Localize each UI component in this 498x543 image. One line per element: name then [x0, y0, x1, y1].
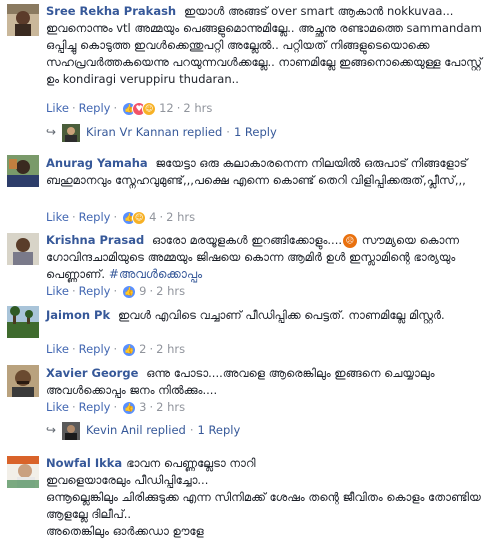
- reply-author[interactable]: Kevin Anil: [86, 423, 143, 437]
- avatar[interactable]: [7, 155, 39, 187]
- comment-author[interactable]: Krishna Prasad: [46, 233, 144, 247]
- reaction-count[interactable]: 3: [139, 400, 146, 414]
- reply-verb: replied: [182, 125, 223, 139]
- reaction-icons[interactable]: 👍☺: [122, 210, 147, 225]
- comment-actions: Like · Reply · 👍☺ 4 · 2 hrs: [46, 210, 196, 225]
- reaction-icons[interactable]: 👍♥ ☺: [122, 101, 157, 116]
- avatar[interactable]: [7, 365, 39, 397]
- haha-reaction-icon: ☺: [142, 101, 157, 116]
- avatar[interactable]: [7, 233, 39, 265]
- comment-body: Sree Rekha Prakash ഇയാള്‍ അങ്ങട് over sm…: [46, 3, 492, 88]
- comment-body: Nowfal Ikka ഭാവന പെണ്ണല്ലേടാ നാറി ഇവളെയാര…: [46, 455, 492, 540]
- angry-emoji-icon: ☹: [341, 232, 358, 249]
- avatar[interactable]: [7, 4, 39, 36]
- timestamp[interactable]: 2 hrs: [166, 210, 195, 224]
- comment-body: Anurag Yamaha ജയേട്ടാ ഒരു കലാകാരനെന്ന നി…: [46, 155, 492, 189]
- comment-author[interactable]: Sree Rekha Prakash: [46, 4, 176, 18]
- like-link[interactable]: Like: [46, 101, 69, 115]
- comment-author[interactable]: Jaimon Pk: [46, 308, 110, 322]
- reply-avatar: [62, 421, 80, 440]
- timestamp[interactable]: 2 hrs: [156, 342, 185, 356]
- comment-body: Jaimon Pk ഇവൾ എവിടെ വച്ചാണ് പീഡിപ്പിക്ക …: [46, 307, 492, 324]
- reaction-icons[interactable]: 👍: [122, 284, 137, 299]
- reply-avatar: [62, 123, 80, 142]
- reply-link[interactable]: Reply: [79, 101, 111, 115]
- comment-author[interactable]: Anurag Yamaha: [46, 156, 148, 170]
- reaction-count[interactable]: 4: [149, 210, 156, 224]
- reply-arrow-icon: ↪: [46, 125, 57, 139]
- comment-body: Xavier George ഒന്നു പോടാ....അവളെ ആരെങ്കി…: [46, 365, 492, 399]
- timestamp[interactable]: 2 hrs: [156, 400, 185, 414]
- like-reaction-icon: 👍: [122, 342, 137, 357]
- comment-actions: Like · Reply · 👍 3 · 2 hrs: [46, 400, 186, 415]
- reply-count[interactable]: 1 Reply: [197, 423, 240, 437]
- comment-text: അതെങ്കിലും ഓർക്കഡാ ഊളേ: [46, 524, 204, 538]
- reaction-icons[interactable]: 👍: [122, 342, 137, 357]
- comment-actions: Like · Reply · 👍 9 · 2 hrs: [46, 284, 186, 299]
- comment-body: Krishna Prasad ഓരോ മരയൂളകൾ ഇറങ്ങിക്കോളും…: [46, 232, 492, 283]
- like-reaction-icon: 👍: [122, 400, 137, 415]
- reply-count[interactable]: 1 Reply: [234, 125, 277, 139]
- reaction-count[interactable]: 9: [139, 284, 146, 298]
- reply-author[interactable]: Kiran Vr Kannan: [86, 125, 179, 139]
- comment-author[interactable]: Nowfal Ikka: [46, 456, 122, 470]
- replies-summary[interactable]: ↪ Kiran Vr Kannan replied · 1 Reply: [46, 123, 277, 142]
- like-link[interactable]: Like: [46, 210, 69, 224]
- reply-verb: replied: [146, 423, 186, 437]
- hashtag-link[interactable]: #അവൾക്കൊപ്പം: [109, 267, 202, 281]
- like-reaction-icon: 👍: [122, 284, 137, 299]
- reaction-count[interactable]: 2: [139, 342, 146, 356]
- comment-text: ഇവളെയാരേലും പീഡിപ്പിച്ചോ...: [46, 473, 209, 487]
- comment-text: ഒന്നൂല്ലെങ്കിലും ചിരിക്കുടുക്ക എന്ന സിനി…: [46, 490, 481, 521]
- comment-author[interactable]: Xavier George: [46, 366, 138, 380]
- like-link[interactable]: Like: [46, 284, 69, 298]
- comment-actions: Like · Reply · 👍 2 · 2 hrs: [46, 342, 186, 357]
- haha-reaction-icon: ☺: [132, 210, 147, 225]
- comment-text: ഇവൾ എവിടെ വച്ചാണ് പീഡിപ്പിക്ക പെട്ടത്. ന…: [117, 308, 445, 322]
- reaction-icons[interactable]: 👍: [122, 400, 137, 415]
- comment-text: ഓരോ മരയൂളകൾ ഇറങ്ങിക്കോളും....: [152, 233, 343, 247]
- replies-summary[interactable]: ↪ Kevin Anil replied · 1 Reply: [46, 421, 240, 440]
- reply-arrow-icon: ↪: [46, 423, 57, 437]
- avatar[interactable]: [7, 306, 39, 338]
- timestamp[interactable]: 2 hrs: [183, 101, 212, 115]
- reply-link[interactable]: Reply: [79, 284, 111, 298]
- reply-link[interactable]: Reply: [79, 210, 111, 224]
- reply-link[interactable]: Reply: [79, 342, 111, 356]
- comment-actions: Like · Reply · 👍♥ ☺ 12 · 2 hrs: [46, 101, 213, 116]
- reply-link[interactable]: Reply: [79, 400, 111, 414]
- reaction-count[interactable]: 12: [159, 101, 174, 115]
- timestamp[interactable]: 2 hrs: [156, 284, 185, 298]
- like-link[interactable]: Like: [46, 342, 69, 356]
- avatar[interactable]: [7, 456, 39, 488]
- like-link[interactable]: Like: [46, 400, 69, 414]
- comment-text: ഭാവന പെണ്ണല്ലേടാ നാറി: [126, 456, 256, 470]
